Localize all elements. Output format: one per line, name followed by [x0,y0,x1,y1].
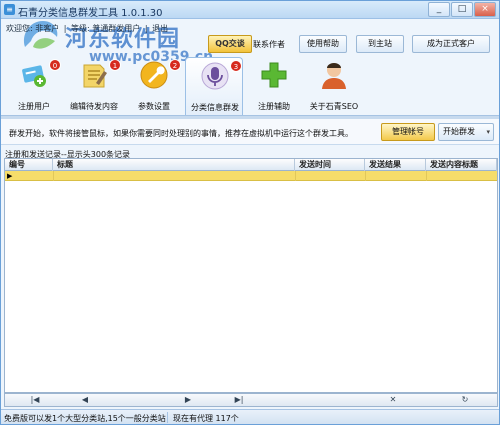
minimize-button[interactable]: _ [428,2,450,17]
tool-badge-1: 1 [109,59,121,71]
first-record-button[interactable]: |◀ [27,395,43,405]
refresh-icon[interactable]: ↻ [457,395,473,405]
main-site-button[interactable]: 到主站 [356,35,404,53]
info-bar: 群发开始，软件将接管鼠标，如果你需要同时处理别的事情，推荐在虚拟机中运行这个群发… [1,119,499,145]
grid-header: 编号 标题 发送时间 发送结果 发送内容标题 [5,159,497,171]
tool-badge-0: 0 [49,59,61,71]
welcome-user: 非客户 [35,24,60,33]
tool-settings[interactable]: 2 参数设置 [125,57,183,115]
records-grid[interactable]: 编号 标题 发送时间 发送结果 发送内容标题 ▶ [4,158,498,393]
welcome-level: 普通群发用户 [92,24,141,33]
tool-register-user[interactable]: 0 注册用户 [5,57,63,115]
welcome-prefix: 欢迎您: [6,24,33,33]
col-send-result[interactable]: 发送结果 [365,159,426,171]
status-proxy-count: 现在有代理 117个 [173,414,239,423]
prev-record-button[interactable]: ◀ [77,395,93,405]
col-send-time[interactable]: 发送时间 [295,159,365,171]
col-content-title[interactable]: 发送内容标题 [426,159,497,171]
tool-edit-content[interactable]: 1 编辑待发内容 [65,57,123,115]
tool-about[interactable]: 关于石青SEO [305,57,363,115]
grid-navigator: |◀ ◀ ▶ ▶| ✕ ↻ [4,393,498,407]
main-toolbar: 0 注册用户 1 编辑待发内容 2 参数设置 3 分类信息群发 注册辅助 关于石… [1,57,499,115]
tool-label-about: 关于石青SEO [309,102,359,111]
title-bar[interactable]: ≡ 石青分类信息群发工具 1.0.1.30 _ □ × [1,1,499,19]
microphone-icon [201,62,229,90]
close-button[interactable]: × [474,2,496,17]
row-pointer-icon: ▶ [7,172,13,180]
tool-label-edit-content: 编辑待发内容 [70,102,118,111]
next-record-button[interactable]: ▶ [180,395,196,405]
table-row[interactable]: ▶ [5,171,497,181]
qq-chat-button[interactable]: QQ交谈 [208,35,252,53]
app-icon: ≡ [4,4,15,15]
person-icon [322,63,346,89]
tool-badge-2: 2 [169,59,181,71]
contact-author-link[interactable]: 联系作者 [253,39,285,50]
welcome-sep-2: | [144,24,148,33]
register-user-icon [22,65,46,87]
welcome-line: 欢迎您: 非客户 | 等级: 普通群发用户 | 退出 [6,23,168,34]
status-divider [167,412,168,423]
edit-content-icon [83,64,107,88]
welcome-level-label: 等级: [71,24,90,33]
row-cell-divider [426,171,427,181]
wrench-icon [140,61,168,89]
chevron-down-icon[interactable]: ▾ [486,124,490,140]
cancel-icon[interactable]: ✕ [385,395,401,405]
help-button[interactable]: 使用帮助 [299,35,347,53]
tool-label-settings: 参数设置 [138,102,170,111]
status-left: 免费版可以发1个大型分类站,15个一般分类站 [4,414,166,423]
info-text: 群发开始，软件将接管鼠标，如果你需要同时处理别的事情，推荐在虚拟机中运行这个群发… [9,129,353,138]
main-window: ≡ 石青分类信息群发工具 1.0.1.30 _ □ × 河东软件园 www.pc… [0,0,500,425]
last-record-button[interactable]: ▶| [231,395,247,405]
row-cell-divider [365,171,366,181]
tool-label-register-user: 注册用户 [18,102,50,111]
welcome-sep: | [63,24,67,33]
col-id[interactable]: 编号 [5,159,53,171]
row-cell-divider [295,171,296,181]
become-customer-button[interactable]: 成为正式客户 [412,35,490,53]
tool-label-bulk-post: 分类信息群发 [191,103,239,112]
tool-bulk-post[interactable]: 3 分类信息群发 [185,57,243,115]
logout-link[interactable]: 退出 [152,24,168,33]
row-cell-divider [53,171,54,181]
col-title[interactable]: 标题 [53,159,295,171]
maximize-button[interactable]: □ [451,2,473,17]
tool-label-register-helper: 注册辅助 [258,102,290,111]
tool-badge-3: 3 [230,60,242,72]
status-bar: 免费版可以发1个大型分类站,15个一般分类站 现在有代理 117个 [1,409,499,424]
start-posting-label: 开始群发 [443,127,475,136]
start-posting-button[interactable]: 开始群发 ▾ [438,123,494,141]
tool-register-helper[interactable]: 注册辅助 [245,57,303,115]
plus-icon [261,62,287,88]
manage-accounts-button[interactable]: 管理帐号 [381,123,435,141]
